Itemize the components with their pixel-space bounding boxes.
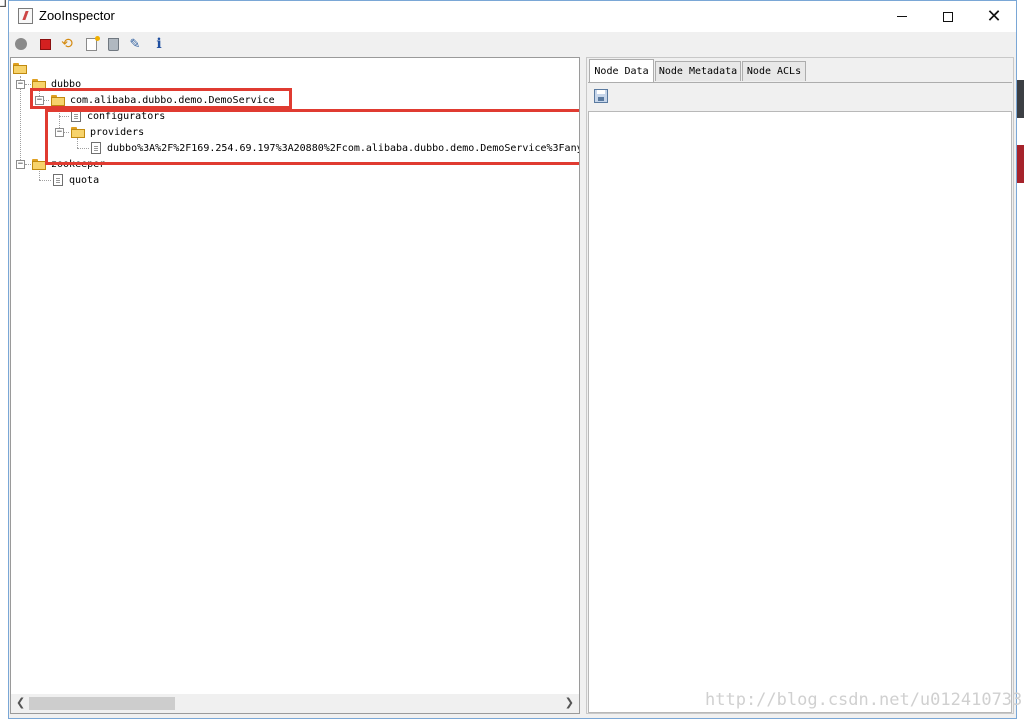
tree-root[interactable]	[13, 60, 32, 76]
horizontal-scrollbar[interactable]: ❮ ❯	[11, 694, 579, 713]
edit-icon: ✎	[129, 36, 141, 52]
collapse-toggle[interactable]: −	[16, 80, 25, 89]
scroll-right-icon[interactable]: ❯	[565, 696, 574, 709]
title-bar: ZooInspector ✕	[9, 1, 1016, 32]
add-node-button[interactable]	[83, 35, 100, 52]
edit-button[interactable]: ✎	[127, 36, 143, 52]
minimize-icon	[897, 16, 907, 17]
zooinspector-window: ZooInspector ✕ ⟲ ✎ i − dubbo − com.aliba…	[8, 0, 1017, 719]
disconnect-button[interactable]	[37, 36, 53, 52]
scrollbar-thumb[interactable]	[29, 697, 175, 710]
collapse-toggle[interactable]: −	[16, 160, 25, 169]
tree-node-label: quota	[69, 174, 100, 186]
save-icon[interactable]	[594, 89, 608, 103]
tree-connector	[20, 76, 21, 164]
maximize-button[interactable]	[925, 1, 971, 32]
tab-bar: Node Data Node Metadata Node ACLs	[587, 58, 1013, 82]
info-button[interactable]: i	[151, 36, 167, 52]
close-button[interactable]: ✕	[971, 1, 1017, 32]
window-title: ZooInspector	[39, 8, 115, 23]
close-icon: ✕	[986, 5, 1002, 27]
info-icon: i	[156, 36, 162, 52]
document-icon	[53, 174, 63, 186]
node-data-textarea[interactable]	[588, 111, 1012, 713]
java-app-icon	[18, 8, 33, 24]
connect-icon	[15, 38, 27, 50]
highlight-box-service	[30, 88, 292, 109]
highlight-box-children	[45, 109, 579, 165]
delete-node-icon	[107, 37, 119, 51]
watermark: http://blog.csdn.net/u012410733	[705, 690, 1023, 710]
tree-node-quota[interactable]: quota	[53, 172, 99, 188]
minimize-button[interactable]	[879, 1, 925, 32]
connect-button[interactable]	[13, 36, 29, 52]
tab-node-data[interactable]: Node Data	[589, 59, 654, 82]
delete-node-button[interactable]	[105, 36, 121, 52]
refresh-button[interactable]: ⟲	[59, 36, 75, 52]
scroll-left-icon[interactable]: ❮	[16, 696, 25, 709]
refresh-icon: ⟲	[61, 36, 73, 52]
node-details-panel: Node Data Node Metadata Node ACLs	[586, 57, 1014, 714]
add-node-icon	[85, 35, 100, 51]
maximize-icon	[943, 11, 953, 22]
tab-node-metadata[interactable]: Node Metadata	[655, 61, 741, 81]
node-tree-panel: − dubbo − com.alibaba.dubbo.demo.DemoSer…	[10, 57, 580, 714]
background-app-right	[1017, 0, 1024, 721]
node-tree[interactable]: − dubbo − com.alibaba.dubbo.demo.DemoSer…	[11, 58, 579, 694]
folder-open-icon	[13, 62, 28, 74]
tab-node-acls[interactable]: Node ACLs	[742, 61, 806, 81]
disconnect-icon	[39, 38, 51, 50]
toolbar: ⟲ ✎ i	[9, 32, 1016, 57]
node-data-content	[588, 82, 1012, 713]
